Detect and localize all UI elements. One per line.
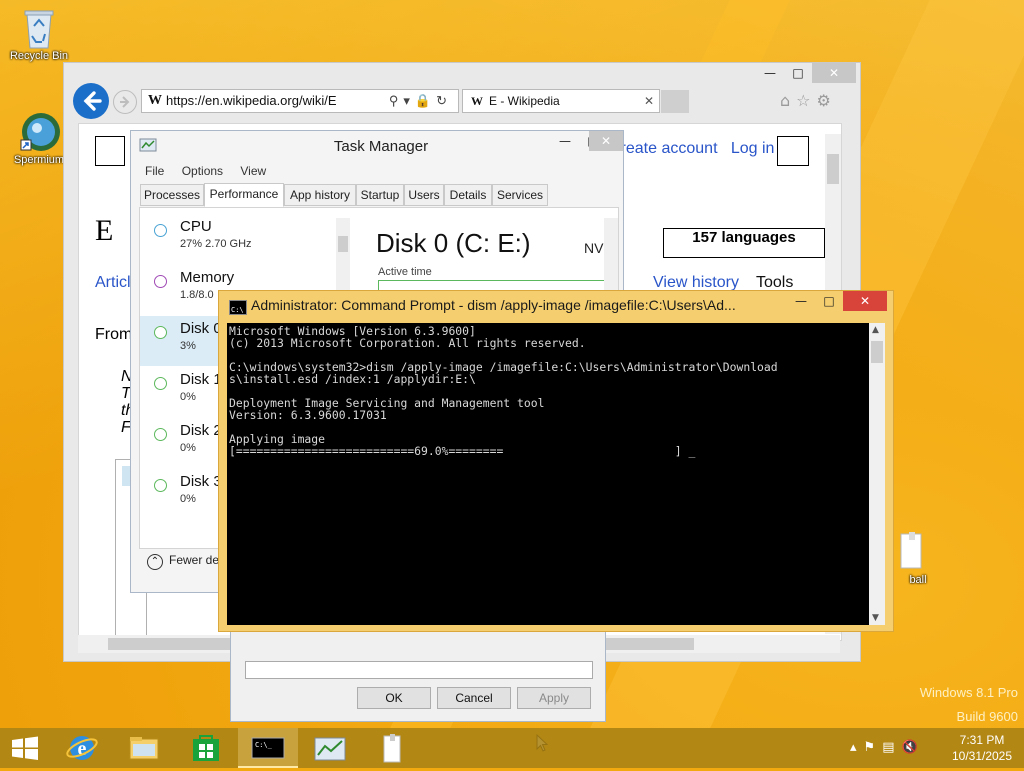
tab-title: E - Wikipedia xyxy=(489,94,560,108)
menu-view[interactable]: View xyxy=(240,164,266,178)
desktop-icon-label: Recycle Bin xyxy=(9,50,69,62)
minimize-button[interactable]: — xyxy=(551,131,579,151)
taskbar-document[interactable] xyxy=(362,728,422,768)
task-manager-icon xyxy=(314,737,346,761)
browser-tab[interactable]: W E - Wikipedia ✕ xyxy=(462,89,660,113)
spermium-app-icon xyxy=(19,110,60,152)
disk-status-icon xyxy=(154,428,167,441)
taskbar-store[interactable] xyxy=(176,728,236,768)
disk-status-icon xyxy=(154,377,167,390)
start-button[interactable] xyxy=(0,728,50,768)
console-scrollbar[interactable]: ▲ ▼ xyxy=(869,323,885,625)
close-button[interactable]: ✕ xyxy=(812,63,856,83)
minimize-button[interactable]: — xyxy=(787,291,815,311)
intro-text: From xyxy=(95,326,133,343)
desktop-icon-label: Spermium xyxy=(13,154,65,166)
system-tray-icons[interactable]: ▴⚑▤🔇 xyxy=(850,740,950,758)
console-output[interactable]: Microsoft Windows [Version 6.3.9600] (c)… xyxy=(227,323,869,625)
arrow-left-icon xyxy=(83,91,102,111)
command-prompt-app-icon: C:\ xyxy=(229,300,247,315)
close-tab-icon[interactable]: ✕ xyxy=(644,90,654,112)
network-icon: ▤ xyxy=(882,740,902,755)
command-prompt-window[interactable]: C:\ Administrator: Command Prompt - dism… xyxy=(218,290,894,632)
wikipedia-favicon-icon: W xyxy=(471,94,483,108)
minimize-button[interactable]: — xyxy=(756,63,784,83)
clock-date: 10/31/2025 xyxy=(951,749,1013,763)
taskbar: e C:\_ ▴⚑▤🔇 7:31 PM 10/31/2025 xyxy=(0,728,1024,768)
fewer-details-toggle[interactable]: ⌃ Fewer de xyxy=(147,553,219,570)
store-icon xyxy=(193,735,219,761)
clock[interactable]: 7:31 PM 10/31/2025 xyxy=(942,732,1022,764)
ok-button[interactable]: OK xyxy=(357,687,431,709)
disk-status-icon xyxy=(154,326,167,339)
tab-startup[interactable]: Startup xyxy=(356,184,404,206)
desktop-icon-recycle-bin[interactable]: Recycle Bin xyxy=(4,6,74,62)
windows-watermark-edition: Windows 8.1 Pro xyxy=(919,685,1018,700)
sidebar-item-cpu[interactable]: CPU 27% 2.70 GHz xyxy=(140,214,330,264)
windows-watermark-build: Build 9600 xyxy=(956,709,1018,724)
url-text: https://en.wikipedia.org/wiki/E xyxy=(166,93,337,108)
scroll-thumb[interactable] xyxy=(827,154,839,184)
search-lock-refresh-icons[interactable]: ⚲▾🔒↻ xyxy=(389,90,452,112)
scroll-up-icon[interactable]: ▲ xyxy=(872,325,879,335)
windows-logo-icon xyxy=(12,736,38,760)
disk-status-icon xyxy=(154,479,167,492)
taskbar-task-manager[interactable] xyxy=(300,728,360,768)
flag-icon: ⚑ xyxy=(863,740,883,755)
console-text: Microsoft Windows [Version 6.3.9600] (c)… xyxy=(229,324,778,458)
arrow-right-icon xyxy=(120,96,130,108)
tab-app-history[interactable]: App history xyxy=(284,184,356,206)
disk-detail-title: Disk 0 (C: E:) xyxy=(376,228,531,258)
page-heading: E xyxy=(95,214,114,247)
tab-performance[interactable]: Performance xyxy=(204,183,284,207)
cancel-button[interactable]: Cancel xyxy=(437,687,511,709)
new-tab-button[interactable] xyxy=(661,90,689,113)
menu-options[interactable]: Options xyxy=(182,164,223,178)
address-bar[interactable]: W https://en.wikipedia.org/wiki/E ⚲▾🔒↻ xyxy=(141,89,459,113)
languages-button[interactable]: 157 languages xyxy=(663,228,825,258)
scroll-thumb[interactable] xyxy=(871,341,883,363)
clock-time: 7:31 PM xyxy=(959,733,1005,747)
account-links: Create account Log in xyxy=(609,140,774,158)
apply-button[interactable]: Apply xyxy=(517,687,591,709)
tab-processes[interactable]: Processes xyxy=(140,184,204,206)
show-hidden-icons-chevron-icon: ▴ xyxy=(850,740,864,755)
user-menu-box[interactable] xyxy=(777,136,809,166)
wikipedia-favicon-icon: W xyxy=(148,93,162,108)
taskbar-command-prompt[interactable]: C:\_ xyxy=(238,728,298,768)
active-time-label: Active time xyxy=(378,266,432,278)
forward-button[interactable] xyxy=(113,90,137,114)
memory-status-icon xyxy=(154,275,167,288)
taskbar-file-explorer[interactable] xyxy=(114,728,174,768)
menu-toggle-box[interactable] xyxy=(95,136,125,166)
svg-text:C:\_: C:\_ xyxy=(255,741,273,749)
internet-explorer-icon: e xyxy=(66,736,98,760)
log-in-link[interactable]: Log in xyxy=(731,140,775,157)
maximize-button[interactable]: □ xyxy=(784,63,812,83)
fewer-details-label: Fewer de xyxy=(169,553,220,567)
volume-muted-icon: 🔇 xyxy=(901,740,925,755)
cpu-status-icon xyxy=(154,224,167,237)
recycle-bin-icon xyxy=(19,6,59,49)
maximize-button[interactable]: □ xyxy=(815,291,843,311)
folder-icon xyxy=(129,737,159,760)
close-button[interactable]: ✕ xyxy=(589,131,623,151)
desktop-icon-label: ball xyxy=(909,574,927,586)
tab-details[interactable]: Details xyxy=(444,184,492,206)
scroll-down-icon[interactable]: ▼ xyxy=(872,613,879,623)
tab-services[interactable]: Services xyxy=(492,184,548,206)
menu-file[interactable]: File xyxy=(145,164,164,178)
menu-bar: File Options View xyxy=(145,164,266,178)
chevron-up-icon: ⌃ xyxy=(147,554,163,570)
tab-users[interactable]: Users xyxy=(404,184,444,206)
dialog-text-field[interactable] xyxy=(245,661,593,679)
window-title: Administrator: Command Prompt - dism /ap… xyxy=(251,297,736,313)
scroll-thumb[interactable] xyxy=(338,236,348,252)
taskbar-internet-explorer[interactable]: e xyxy=(52,728,112,768)
close-button[interactable]: ✕ xyxy=(843,291,887,311)
home-favorites-settings-icons[interactable]: ⌂☆⚙ xyxy=(780,91,856,111)
command-prompt-icon: C:\_ xyxy=(251,737,285,759)
back-button[interactable] xyxy=(73,83,109,119)
document-icon xyxy=(383,734,401,763)
